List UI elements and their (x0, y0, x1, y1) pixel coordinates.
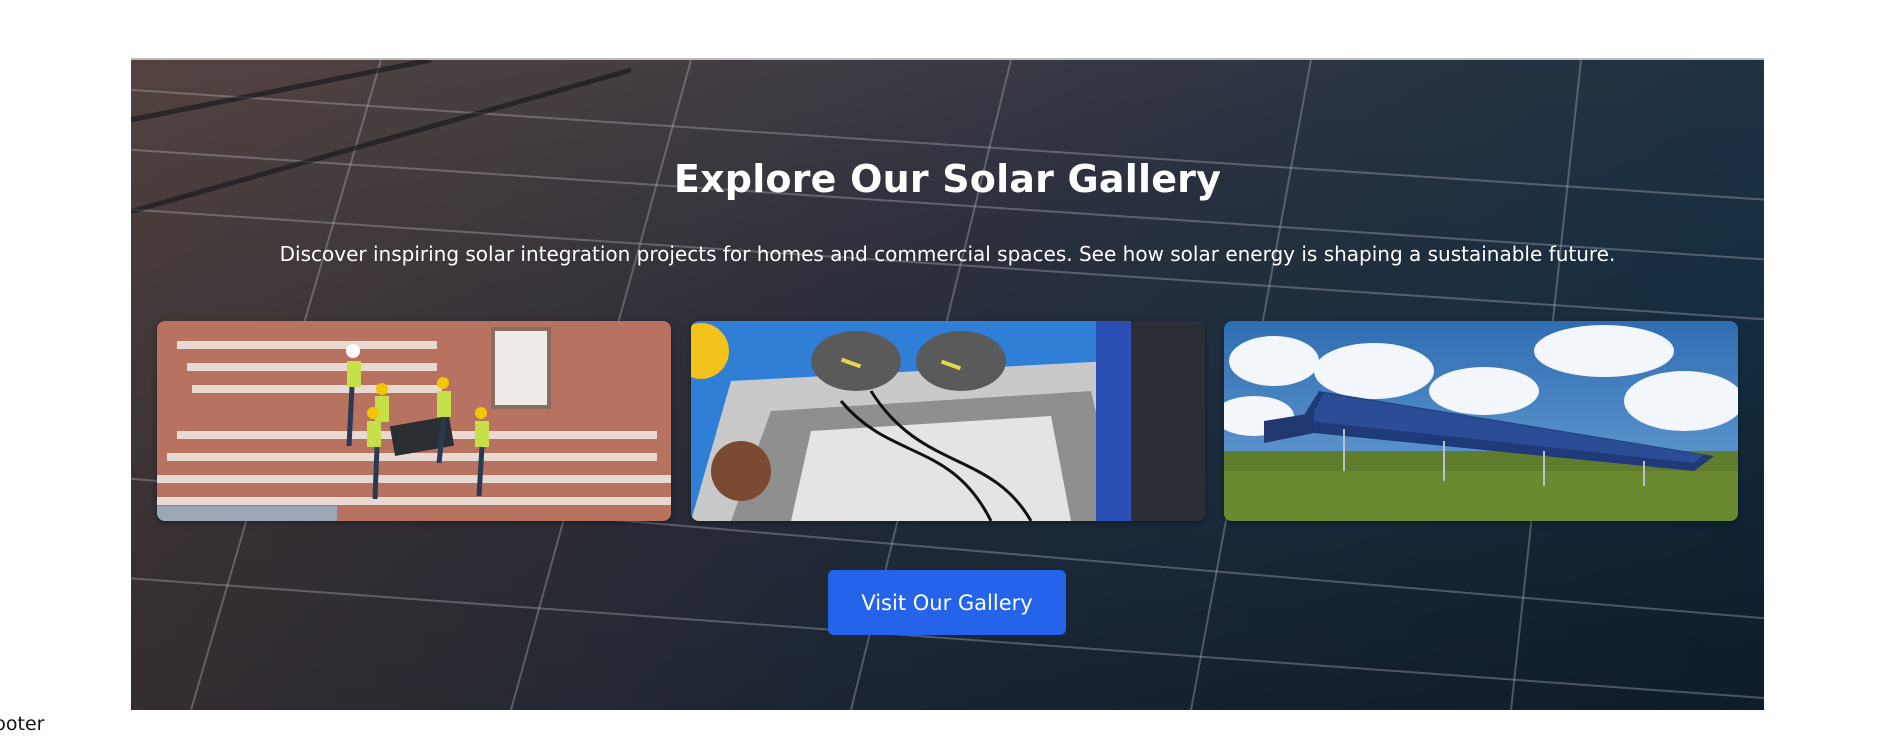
gallery-image-solar-array[interactable] (1224, 321, 1738, 521)
hero-subtitle: Discover inspiring solar integration pro… (279, 242, 1616, 266)
solar-gallery-hero: Explore Our Solar Gallery Discover inspi… (131, 58, 1764, 710)
gallery-image-wiring[interactable] (691, 321, 1205, 521)
footer: Footer (0, 713, 45, 735)
page-title: Explore Our Solar Gallery (673, 157, 1222, 202)
roof-installation-image (157, 321, 671, 521)
visit-gallery-button[interactable]: Visit Our Gallery (828, 570, 1066, 635)
wiring-connectors-image (691, 321, 1205, 521)
gallery-image-roof-installation[interactable] (157, 321, 671, 521)
solar-array-field-image (1224, 321, 1738, 521)
